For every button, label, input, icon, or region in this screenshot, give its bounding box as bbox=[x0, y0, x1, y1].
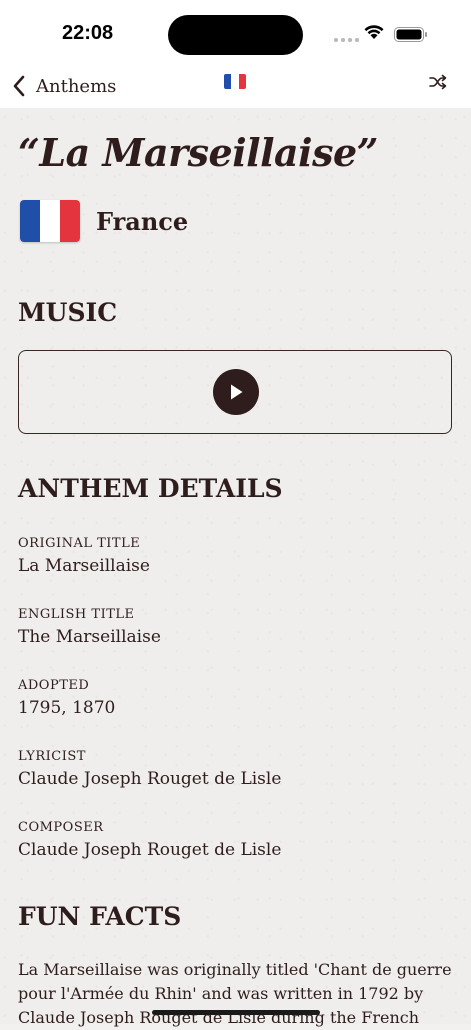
detail-adopted: ADOPTED 1795, 1870 bbox=[18, 678, 458, 718]
music-player bbox=[18, 350, 452, 434]
status-time: 22:08 bbox=[62, 22, 114, 44]
country-name: France bbox=[96, 206, 189, 236]
country-row: France bbox=[20, 200, 188, 242]
signal-icon bbox=[334, 38, 359, 42]
anthem-details-heading: ANTHEM DETAILS bbox=[18, 474, 283, 503]
back-button[interactable]: Anthems bbox=[12, 70, 116, 102]
status-bar: 22:08 bbox=[0, 0, 471, 64]
music-heading: MUSIC bbox=[18, 298, 118, 327]
detail-composer: COMPOSER Claude Joseph Rouget de Lisle bbox=[18, 820, 458, 860]
anthem-detail-content[interactable]: “La Marseillaise” France MUSIC ANTHEM DE… bbox=[0, 108, 471, 1027]
wifi-icon bbox=[364, 25, 384, 39]
detail-value: Claude Joseph Rouget de Lisle bbox=[18, 769, 282, 789]
shuffle-icon bbox=[429, 74, 447, 90]
detail-label: COMPOSER bbox=[18, 820, 104, 835]
detail-value: Claude Joseph Rouget de Lisle bbox=[18, 840, 282, 860]
detail-lyricist: LYRICIST Claude Joseph Rouget de Lisle bbox=[18, 749, 458, 789]
detail-label: ADOPTED bbox=[18, 678, 90, 693]
home-indicator[interactable] bbox=[152, 1010, 320, 1015]
play-icon bbox=[231, 384, 243, 400]
play-button[interactable] bbox=[213, 369, 259, 415]
france-flag-icon bbox=[20, 200, 80, 242]
detail-label: LYRICIST bbox=[18, 749, 86, 764]
fun-facts-heading: FUN FACTS bbox=[18, 902, 182, 931]
anthem-title: “La Marseillaise” bbox=[18, 130, 379, 175]
detail-value: La Marseillaise bbox=[18, 556, 150, 576]
flag-icon bbox=[224, 74, 246, 89]
navigation-bar: Anthems bbox=[0, 64, 471, 108]
shuffle-button[interactable] bbox=[428, 74, 448, 94]
detail-label: ENGLISH TITLE bbox=[18, 607, 135, 622]
detail-english-title: ENGLISH TITLE The Marseillaise bbox=[18, 607, 458, 647]
battery-icon bbox=[394, 27, 427, 42]
fun-fact-text: La Marseillaise was originally titled 'C… bbox=[18, 960, 452, 1027]
dynamic-island bbox=[168, 15, 303, 55]
chevron-left-icon bbox=[13, 75, 25, 97]
detail-value: The Marseillaise bbox=[18, 627, 161, 647]
detail-original-title: ORIGINAL TITLE La Marseillaise bbox=[18, 536, 458, 576]
back-label: Anthems bbox=[36, 75, 117, 97]
detail-value: 1795, 1870 bbox=[18, 698, 116, 718]
detail-label: ORIGINAL TITLE bbox=[18, 536, 141, 551]
